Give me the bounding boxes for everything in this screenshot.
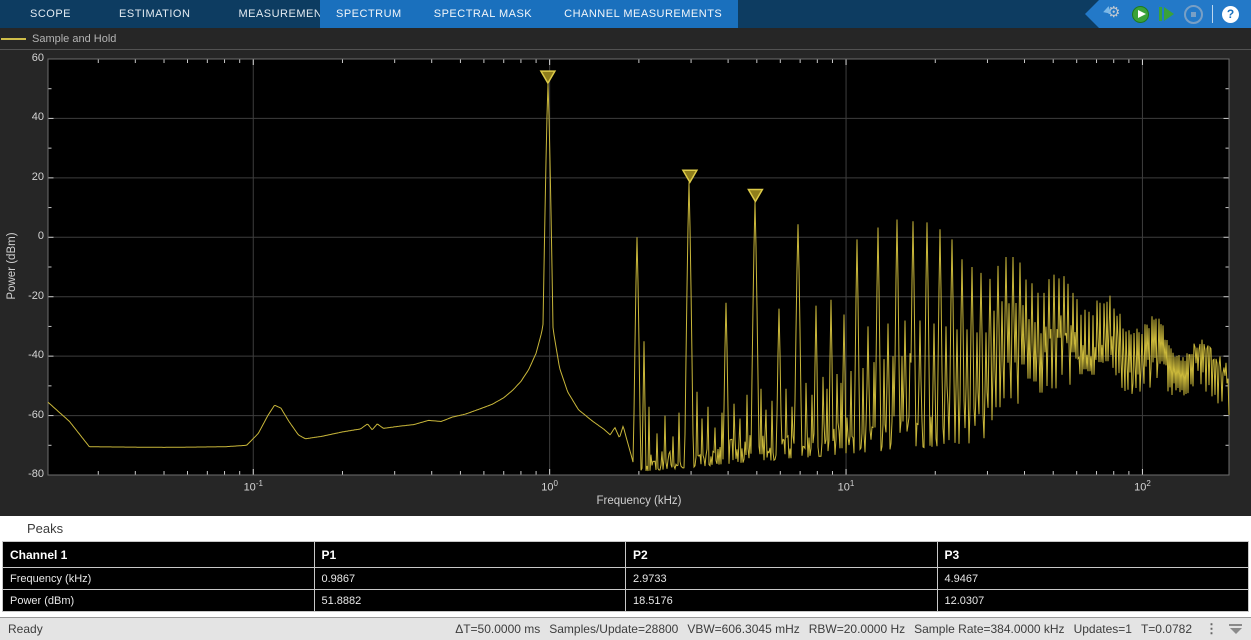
peaks-col-header: P1: [314, 542, 626, 568]
play-icon: [1138, 10, 1146, 18]
run-button[interactable]: [1132, 6, 1149, 23]
peaks-cell: 2.9733: [626, 568, 938, 590]
peaks-cell: 51.8882: [314, 590, 626, 612]
y-tick-label: -80: [12, 468, 44, 480]
quick-access-toolbar: ⚙ ?: [1085, 0, 1251, 28]
toolstrip: SCOPE ESTIMATION MEASUREMENTS SPECTRUM S…: [0, 0, 1251, 28]
stop-button[interactable]: [1184, 5, 1203, 24]
peaks-panel-title: Peaks: [27, 521, 63, 536]
y-tick-label: -20: [12, 290, 44, 302]
x-tick-label: 100: [528, 479, 572, 494]
y-tick-label: -60: [12, 409, 44, 421]
process-settings-icon[interactable]: ⚙: [1107, 5, 1123, 23]
tab-scope[interactable]: SCOPE: [6, 0, 95, 28]
more-options-icon[interactable]: ⋮: [1205, 621, 1219, 637]
peaks-table-row: Frequency (kHz)0.98672.97334.9467: [3, 568, 1249, 590]
step-forward-button[interactable]: [1158, 6, 1175, 22]
tab-group-contextual: SPECTRUM SPECTRAL MASK CHANNEL MEASUREME…: [320, 0, 738, 28]
y-tick-label: 0: [12, 230, 44, 242]
spectrum-analyzer-window: SCOPE ESTIMATION MEASUREMENTS SPECTRUM S…: [0, 0, 1251, 640]
collapse-statusbar-icon[interactable]: [1229, 624, 1242, 634]
tab-channel-measurements[interactable]: CHANNEL MEASUREMENTS: [548, 0, 738, 28]
x-axis-label: Frequency (kHz): [559, 495, 719, 507]
x-tick-label: 10-1: [231, 479, 275, 494]
peaks-cell: 18.5176: [626, 590, 938, 612]
peaks-panel: Peaks Channel 1P1P2P3 Frequency (kHz)0.9…: [0, 516, 1251, 617]
status-stats: ΔT=50.0000 ms Samples/Update=28800 VBW=606…: [455, 618, 1246, 640]
x-tick-label: 102: [1120, 479, 1164, 494]
peaks-cell: Frequency (kHz): [3, 568, 315, 590]
peaks-cell: Power (dBm): [3, 590, 315, 612]
status-bar: Ready ΔT=50.0000 ms Samples/Update=28800 V…: [0, 617, 1251, 640]
spectrum-plot[interactable]: Power (dBm) Frequency (kHz) 6040200-20-4…: [0, 50, 1251, 516]
peaks-cell: 0.9867: [314, 568, 626, 590]
peaks-table: Channel 1P1P2P3 Frequency (kHz)0.98672.9…: [2, 541, 1249, 612]
stop-square-icon: [1191, 12, 1196, 17]
tab-estimation[interactable]: ESTIMATION: [95, 0, 214, 28]
peaks-cell: 12.0307: [937, 590, 1249, 612]
status-stat: VBW=606.3045 mHz: [687, 622, 799, 636]
peaks-table-header-row: Channel 1P1P2P3: [3, 542, 1249, 568]
peaks-col-header: Channel 1: [3, 542, 315, 568]
legend: Sample and Hold: [0, 28, 1251, 50]
status-stat: Updates=1: [1074, 622, 1132, 636]
peaks-col-header: P3: [937, 542, 1249, 568]
status-stat: ΔT=50.0000 ms: [455, 622, 540, 636]
tab-spectral-mask[interactable]: SPECTRAL MASK: [418, 0, 548, 28]
peaks-table-row: Power (dBm)51.888218.517612.0307: [3, 590, 1249, 612]
tab-group-main: SCOPE ESTIMATION MEASUREMENTS: [6, 0, 361, 28]
help-button[interactable]: ?: [1222, 6, 1239, 23]
toolbar-divider: [1212, 5, 1213, 23]
status-stat: RBW=20.0000 Hz: [809, 622, 905, 636]
spectrum-plot-canvas[interactable]: [0, 50, 1251, 516]
status-stat: T=0.0782: [1141, 622, 1192, 636]
flag-icon: [1102, 6, 1111, 16]
y-tick-label: -40: [12, 349, 44, 361]
peaks-cell: 4.9467: [937, 568, 1249, 590]
y-tick-label: 20: [12, 171, 44, 183]
legend-line-sample: [1, 38, 26, 40]
legend-label[interactable]: Sample and Hold: [32, 33, 116, 45]
status-stat: Sample Rate=384.0000 kHz: [914, 622, 1064, 636]
status-stat: Samples/Update=28800: [549, 622, 678, 636]
tab-spectrum[interactable]: SPECTRUM: [320, 0, 418, 28]
x-tick-label: 101: [824, 479, 868, 494]
y-tick-label: 60: [12, 52, 44, 64]
peaks-col-header: P2: [626, 542, 938, 568]
y-tick-label: 40: [12, 111, 44, 123]
status-text: Ready: [8, 622, 43, 636]
